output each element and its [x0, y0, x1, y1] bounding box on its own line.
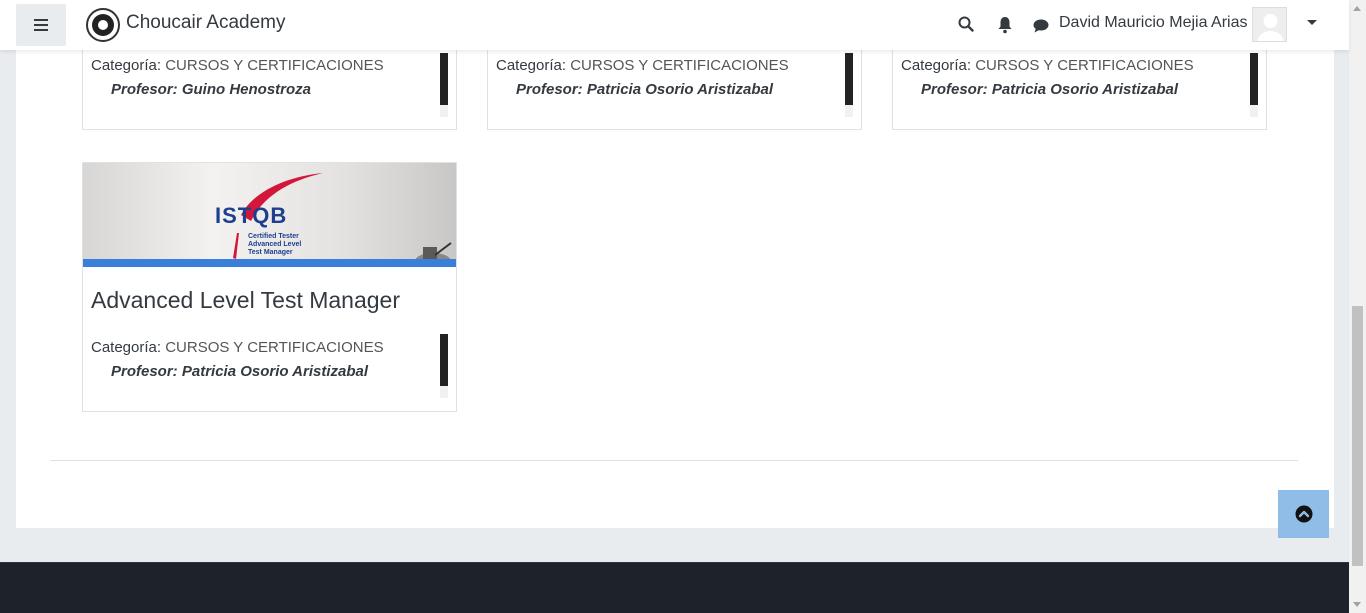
category-label: Categoría:	[91, 339, 162, 356]
istqb-logo-text: ISTQB	[215, 203, 288, 228]
category-link[interactable]: CURSOS Y CERTIFICACIONES	[165, 339, 383, 356]
main-content: Categoría: CURSOS Y CERTIFICACIONES Prof…	[16, 40, 1334, 528]
card-scrollbar[interactable]	[440, 334, 448, 398]
category-link[interactable]: CURSOS Y CERTIFICACIONES	[165, 57, 383, 74]
category-label: Categoría:	[901, 57, 972, 74]
course-teacher: Profesor: Patricia Osorio Aristizabal	[516, 81, 774, 98]
scroll-up-arrow-icon[interactable]	[1353, 6, 1361, 11]
course-accent-bar	[83, 259, 456, 267]
course-card[interactable]: Categoría: CURSOS Y CERTIFICACIONES Prof…	[487, 40, 862, 130]
hamburger-icon	[34, 19, 48, 31]
scroll-down-arrow-icon[interactable]	[1353, 602, 1361, 607]
bell-icon[interactable]	[994, 14, 1016, 36]
course-card[interactable]: Categoría: CURSOS Y CERTIFICACIONES Prof…	[82, 40, 457, 130]
page-footer	[0, 562, 1349, 613]
category-label: Categoría:	[496, 57, 567, 74]
menu-toggle-button[interactable]	[16, 4, 66, 46]
course-teacher: Profesor: Guino Henostroza	[111, 81, 312, 98]
course-category: Categoría: CURSOS Y CERTIFICACIONES	[496, 57, 789, 74]
chevron-down-icon[interactable]	[1307, 20, 1317, 25]
course-teacher: Profesor: Patricia Osorio Aristizabal	[921, 81, 1179, 98]
site-logo[interactable]	[86, 8, 120, 42]
scrollbar-thumb[interactable]	[1352, 306, 1363, 566]
course-card[interactable]: Categoría: CURSOS Y CERTIFICACIONES Prof…	[892, 40, 1267, 130]
istqb-logo-subtext: Certified Tester Advanced Level Test Man…	[248, 233, 302, 256]
category-label: Categoría:	[91, 57, 162, 74]
back-to-top-button[interactable]	[1278, 490, 1329, 538]
course-image[interactable]: ISTQB Certified Tester Advanced Level Te…	[83, 163, 456, 267]
site-name-link[interactable]: Choucair Academy	[126, 12, 285, 34]
page-scrollbar[interactable]	[1349, 0, 1366, 613]
course-category: Categoría: CURSOS Y CERTIFICACIONES	[91, 339, 384, 356]
course-category: Categoría: CURSOS Y CERTIFICACIONES	[91, 57, 384, 74]
card-scrollbar[interactable]	[845, 53, 853, 117]
category-link[interactable]: CURSOS Y CERTIFICACIONES	[975, 57, 1193, 74]
course-card[interactable]: ISTQB Certified Tester Advanced Level Te…	[82, 162, 457, 412]
chat-icon[interactable]	[1030, 15, 1052, 37]
card-scrollbar[interactable]	[1250, 53, 1258, 117]
course-teacher: Profesor: Patricia Osorio Aristizabal	[111, 363, 369, 380]
search-icon[interactable]	[955, 13, 977, 35]
course-category: Categoría: CURSOS Y CERTIFICACIONES	[901, 57, 1194, 74]
chevron-up-circle-icon	[1295, 505, 1312, 523]
card-scrollbar[interactable]	[440, 53, 448, 117]
course-title-link[interactable]: Advanced Level Test Manager	[91, 287, 400, 314]
user-avatar[interactable]	[1252, 7, 1287, 42]
user-name[interactable]: David Mauricio Mejia Arias	[1059, 14, 1248, 32]
category-link[interactable]: CURSOS Y CERTIFICACIONES	[570, 57, 788, 74]
section-divider	[50, 460, 1298, 461]
top-navbar: Choucair Academy David Mauricio Mejia Ar…	[0, 0, 1349, 50]
